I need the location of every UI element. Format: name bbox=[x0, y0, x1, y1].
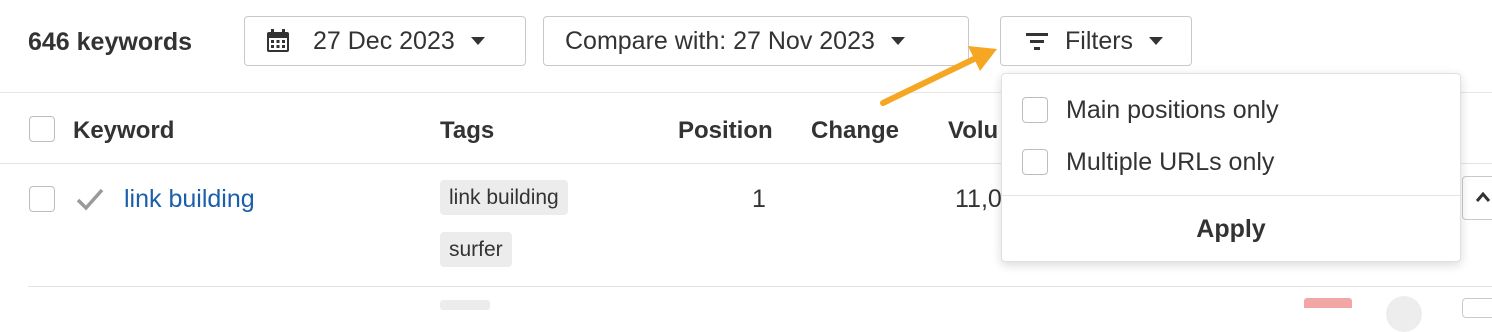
date-label: 27 Dec 2023 bbox=[313, 26, 455, 55]
change-badge bbox=[1304, 298, 1352, 308]
filters-button[interactable]: Filters bbox=[1000, 16, 1192, 66]
annotation-arrow bbox=[880, 46, 997, 106]
chevron-up-icon bbox=[1475, 191, 1491, 202]
caret-down-icon bbox=[1149, 37, 1164, 45]
position-value: 1 bbox=[752, 185, 766, 213]
apply-button[interactable]: Apply bbox=[1002, 196, 1460, 262]
keyword-count: 646 keywords bbox=[28, 28, 192, 56]
column-header-keyword[interactable]: Keyword bbox=[73, 117, 174, 145]
filter-option-main-positions[interactable]: Main positions only bbox=[1002, 84, 1462, 136]
column-header-position[interactable]: Position bbox=[678, 117, 773, 145]
row-checkbox[interactable] bbox=[29, 186, 55, 212]
volume-value: 11,0 bbox=[955, 185, 1002, 213]
caret-down-icon bbox=[470, 37, 485, 45]
filter-option-label: Multiple URLs only bbox=[1066, 147, 1275, 176]
column-header-volume[interactable]: Volu bbox=[948, 117, 998, 145]
filters-label: Filters bbox=[1065, 26, 1134, 55]
filter-option-multiple-urls[interactable]: Multiple URLs only bbox=[1002, 136, 1462, 188]
row-action-icon[interactable] bbox=[1386, 296, 1422, 332]
checkmark-icon bbox=[76, 188, 104, 211]
tag-chip-partial bbox=[440, 300, 490, 310]
filter-icon bbox=[1026, 33, 1048, 50]
date-picker-button[interactable]: 27 Dec 2023 bbox=[244, 16, 526, 66]
expand-button-partial[interactable] bbox=[1462, 298, 1492, 318]
multiple-urls-checkbox[interactable] bbox=[1022, 149, 1048, 175]
column-header-change[interactable]: Change bbox=[811, 117, 899, 145]
row-divider bbox=[28, 286, 1492, 287]
keyword-link[interactable]: link building bbox=[124, 185, 255, 214]
column-header-tags[interactable]: Tags bbox=[440, 117, 494, 145]
main-positions-checkbox[interactable] bbox=[1022, 97, 1048, 123]
calendar-icon bbox=[267, 29, 289, 52]
tag-chip[interactable]: surfer bbox=[440, 232, 512, 267]
select-all-checkbox[interactable] bbox=[29, 116, 55, 142]
filter-option-label: Main positions only bbox=[1066, 95, 1279, 124]
filters-dropdown: Main positions only Multiple URLs only A… bbox=[1001, 73, 1461, 262]
expand-button[interactable] bbox=[1462, 176, 1492, 220]
tag-chip[interactable]: link building bbox=[440, 180, 568, 215]
compare-label: Compare with: 27 Nov 2023 bbox=[565, 26, 875, 55]
